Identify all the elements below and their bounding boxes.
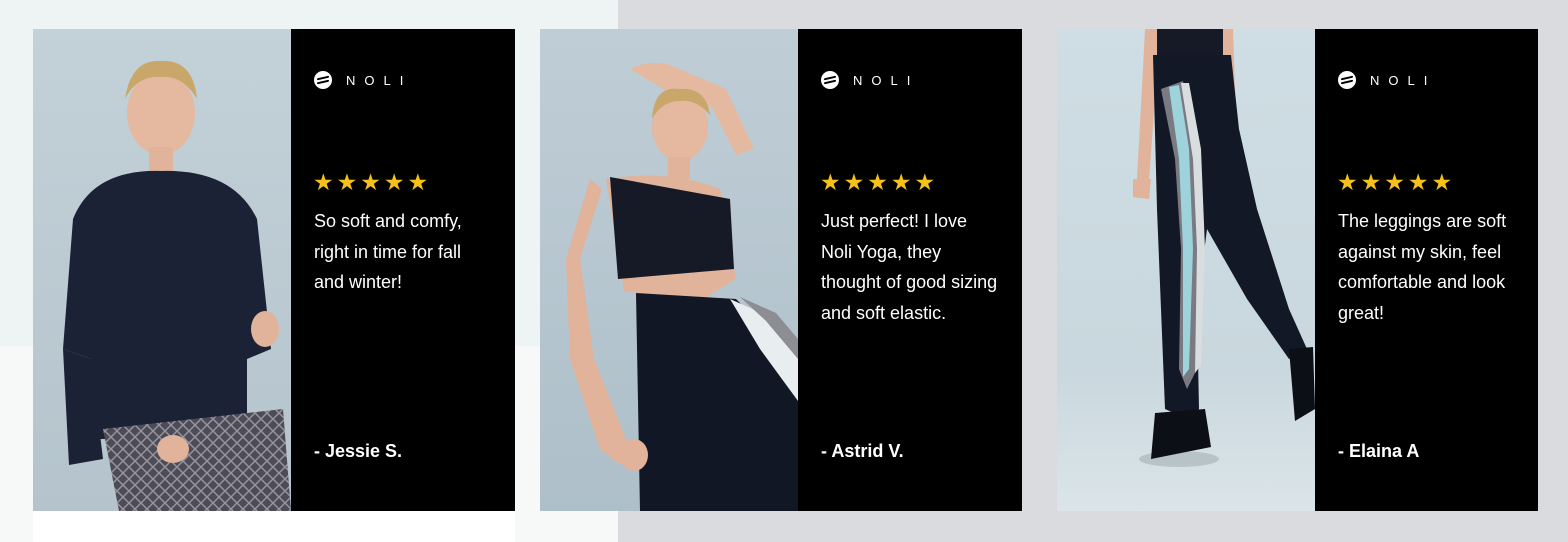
review-text: The leggings are soft against my skin, f… [1338, 211, 1507, 323]
model-illustration [63, 60, 291, 511]
star-icon: ★ [1431, 170, 1453, 196]
review-card-elaina: NOLI ★ ★ ★ ★ ★ The leggings are soft aga… [1057, 29, 1538, 511]
star-icon: ★ [1337, 170, 1358, 196]
model-illustration [1133, 29, 1315, 467]
star-icon: ★ [867, 170, 888, 196]
review-panel: NOLI ★ ★ ★ ★ ★ The leggings are soft aga… [1315, 29, 1538, 511]
review-author: - Elaina A [1338, 441, 1420, 461]
star-icon: ★ [407, 170, 429, 196]
star-rating: ★ ★ ★ ★ ★ [1337, 171, 1452, 195]
review-card-jessie: NOLI ★ ★ ★ ★ ★ So soft and comfy, right … [33, 29, 515, 511]
star-icon: ★ [360, 170, 381, 196]
brand-header: NOLI [821, 71, 919, 89]
star-icon: ★ [890, 170, 912, 196]
star-icon: ★ [843, 170, 865, 196]
star-icon: ★ [1384, 170, 1405, 196]
brand-name: NOLI [853, 72, 920, 88]
brand-header: NOLI [314, 71, 412, 89]
brand-header: NOLI [1338, 71, 1436, 89]
brand-name: NOLI [346, 72, 413, 88]
background-strip [33, 511, 515, 542]
review-panel: NOLI ★ ★ ★ ★ ★ Just perfect! I love Noli… [798, 29, 1022, 511]
review-card-astrid: NOLI ★ ★ ★ ★ ★ Just perfect! I love Noli… [540, 29, 1022, 511]
model-illustration [566, 62, 798, 511]
review-text: So soft and comfy, right in time for fal… [314, 211, 462, 292]
star-icon: ★ [313, 170, 334, 196]
model-photo-sweater [33, 29, 291, 511]
brand-name: NOLI [1370, 72, 1437, 88]
star-icon: ★ [336, 170, 358, 196]
review-author: - Astrid V. [821, 441, 904, 461]
review-panel: NOLI ★ ★ ★ ★ ★ So soft and comfy, right … [291, 29, 515, 511]
star-icon: ★ [383, 170, 405, 196]
noli-logo-icon [821, 71, 839, 89]
model-photo-sports-bra [540, 29, 798, 511]
model-photo-leggings [1057, 29, 1315, 511]
star-rating: ★ ★ ★ ★ ★ [820, 171, 935, 195]
review-author: - Jessie S. [314, 441, 403, 461]
star-icon: ★ [1360, 170, 1382, 196]
noli-logo-icon [1338, 71, 1356, 89]
star-icon: ★ [1407, 170, 1429, 196]
star-icon: ★ [914, 170, 936, 196]
star-rating: ★ ★ ★ ★ ★ [313, 171, 428, 195]
noli-logo-icon [314, 71, 332, 89]
review-text: Just perfect! I love Noli Yoga, they tho… [821, 211, 998, 323]
star-icon: ★ [820, 170, 841, 196]
